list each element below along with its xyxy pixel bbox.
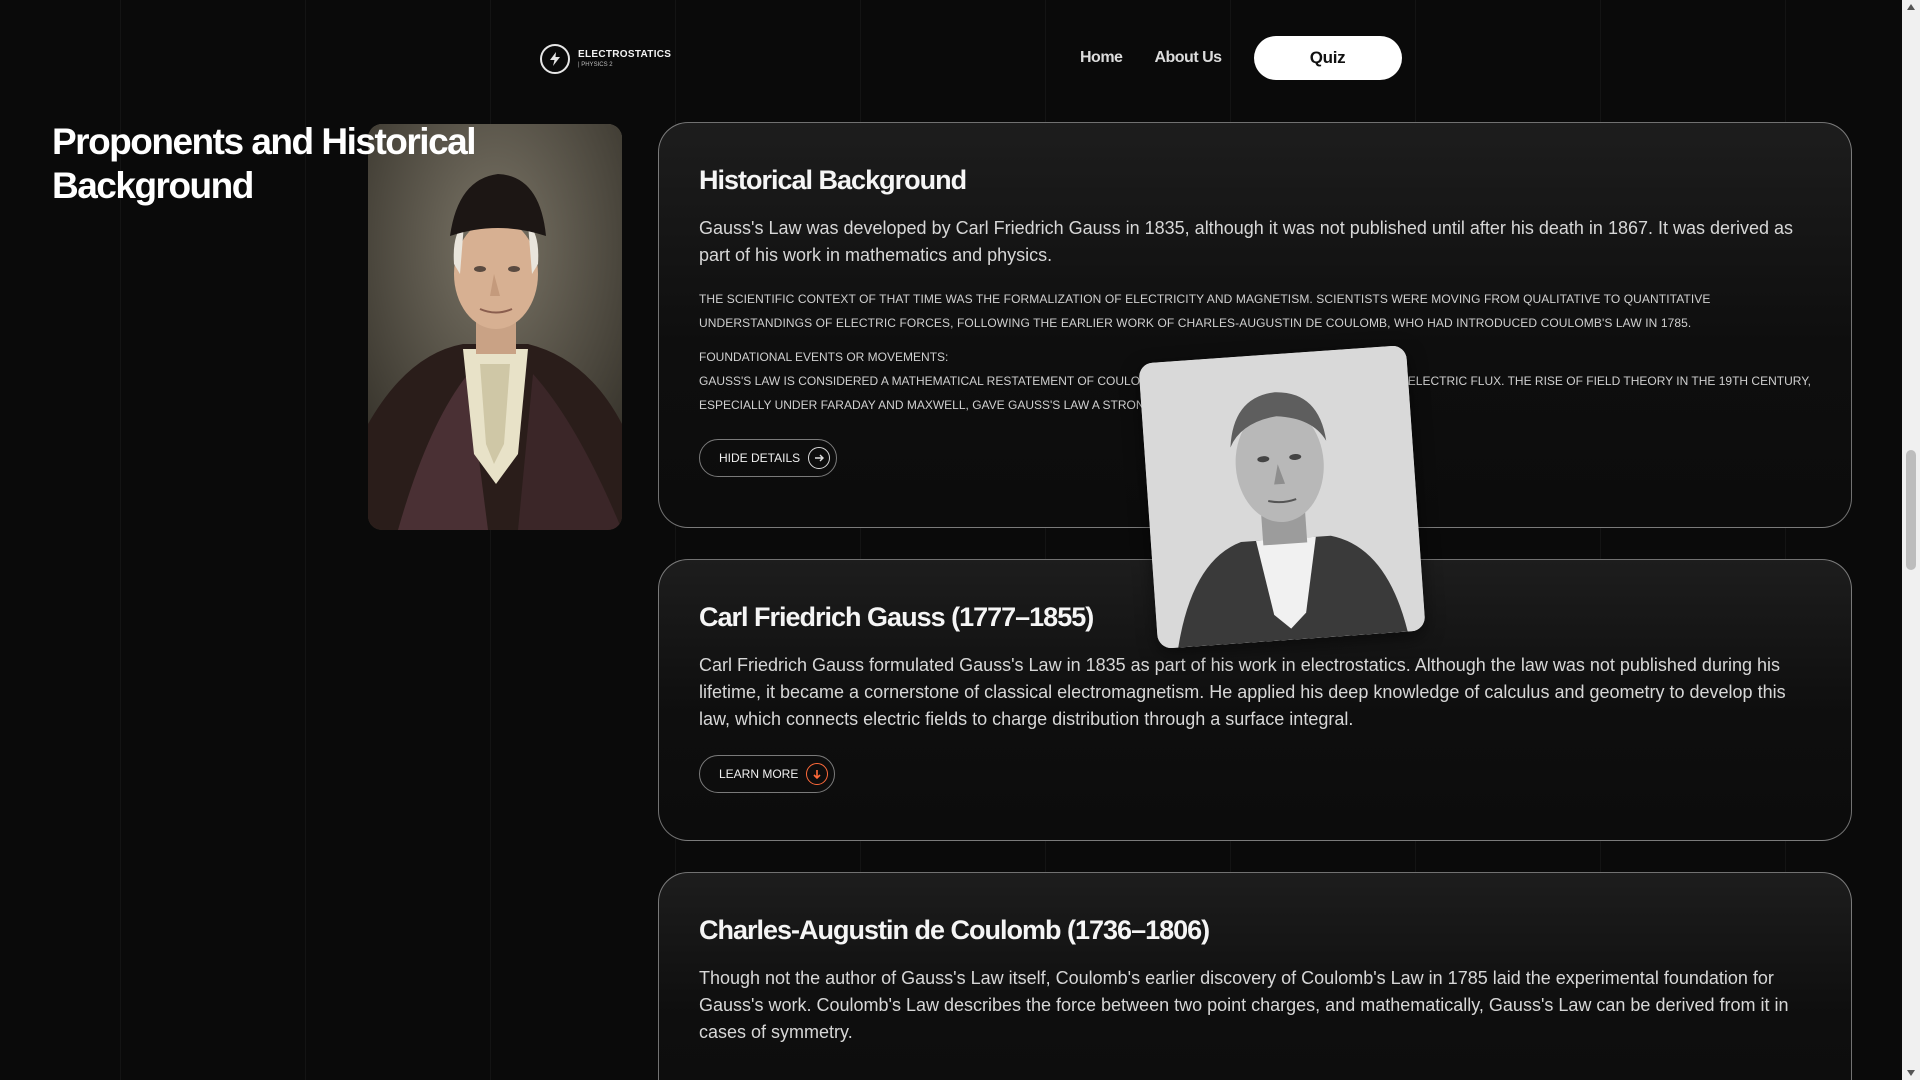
scroll-down-arrow-icon[interactable] (1907, 1070, 1915, 1076)
page: ELECTROSTATICS | PHYSICS 2 Home About Us… (0, 0, 1920, 1080)
section-title: Proponents and Historical Background (52, 121, 477, 206)
card-title: Historical Background (699, 165, 967, 195)
nav-about-link[interactable]: About Us (1154, 49, 1222, 67)
lightning-icon (540, 44, 570, 74)
arrow-right-icon (808, 447, 831, 469)
logo-subtitle: | PHYSICS 2 (578, 62, 613, 68)
hide-details-button[interactable]: HIDE DETAILS (699, 439, 838, 477)
events-text-a: GAUSS'S LAW IS CONSIDERED A MATHEMATICAL… (699, 374, 1151, 388)
nav-home-link[interactable]: Home (1080, 49, 1123, 67)
logo-title: ELECTROSTATICS (578, 49, 672, 60)
card-detail: THE SCIENTIFIC CONTEXT OF THAT TIME WAS … (699, 292, 1711, 330)
scroll-up-arrow-icon[interactable] (1907, 4, 1915, 10)
card-lead: Carl Friedrich Gauss formulated Gauss's … (699, 655, 1786, 729)
card-title: Charles-Augustin de Coulomb (1736–1806) (699, 915, 1210, 945)
learn-more-button[interactable]: LEARN MORE (699, 755, 836, 793)
coulomb-engraving-image (1138, 345, 1426, 649)
site-logo[interactable]: ELECTROSTATICS | PHYSICS 2 (540, 44, 671, 74)
learn-more-label: LEARN MORE (719, 767, 799, 781)
arrow-down-icon (806, 763, 829, 785)
card-lead: Gauss's Law was developed by Carl Friedr… (699, 218, 1794, 265)
quiz-button[interactable]: Quiz (1253, 36, 1402, 80)
page-scrollbar[interactable] (1902, 0, 1920, 1080)
main-nav: Home About Us Quiz (1080, 36, 1402, 80)
hide-details-label: HIDE DETAILS (719, 451, 801, 465)
card-lead: Though not the author of Gauss's Law its… (699, 968, 1789, 1042)
coulomb-card: Charles-Augustin de Coulomb (1736–1806) … (658, 872, 1852, 1080)
scroll-thumb[interactable] (1906, 450, 1916, 570)
events-text-b: ELECTRIC FLUX. THE RISE OF FIELD THEORY … (1407, 374, 1811, 388)
